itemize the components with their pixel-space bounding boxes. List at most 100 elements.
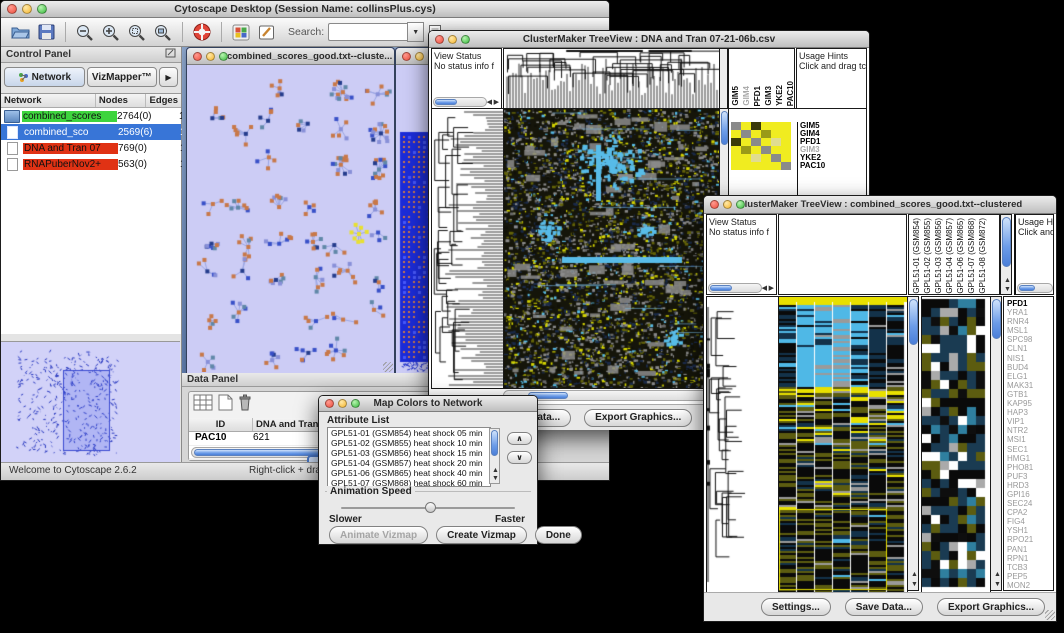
- move-down-button[interactable]: ∨: [507, 451, 532, 464]
- gene-label[interactable]: HRD3: [1007, 481, 1053, 490]
- map-dialog-titlebar[interactable]: Map Colors to Network: [319, 396, 537, 412]
- attribute-list-item[interactable]: GPL51-06 (GSM865) heat shock 40 min: [328, 468, 490, 478]
- search-input[interactable]: [328, 23, 407, 41]
- matrix-cell[interactable]: [731, 154, 741, 162]
- gene-label[interactable]: PAN1: [1007, 545, 1053, 554]
- gene-label[interactable]: KAP95: [1007, 399, 1053, 408]
- attribute-list-item[interactable]: GPL51-01 (GSM854) heat shock 05 min: [328, 428, 490, 438]
- matrix-cell[interactable]: [771, 138, 781, 146]
- gene-label[interactable]: CPA2: [1007, 508, 1053, 517]
- matrix-cell[interactable]: [761, 162, 771, 170]
- search-dropdown-button[interactable]: ▼: [407, 22, 424, 42]
- matrix-cell[interactable]: [761, 154, 771, 162]
- matrix-cell[interactable]: [741, 122, 751, 130]
- map-create-vizmap[interactable]: Create Vizmap: [436, 526, 527, 544]
- zoom-window-button[interactable]: [736, 200, 745, 209]
- gene-label[interactable]: RNR4: [1007, 317, 1053, 326]
- matrix-cell[interactable]: [781, 138, 791, 146]
- zoom-out-icon[interactable]: [73, 21, 97, 43]
- map-animate-vizmap[interactable]: Animate Vizmap: [329, 526, 428, 544]
- matrix-cell[interactable]: [781, 122, 791, 130]
- zoom-window-button[interactable]: [351, 399, 360, 408]
- matrix-cell[interactable]: [781, 162, 791, 170]
- close-button[interactable]: [193, 52, 202, 61]
- resize-grip[interactable]: [383, 362, 393, 372]
- select-attributes-icon[interactable]: [193, 394, 213, 416]
- tv1-export-graphics[interactable]: Export Graphics...: [584, 409, 692, 427]
- scroll-up-icon[interactable]: ▲: [911, 571, 918, 578]
- scroll-right-icon[interactable]: ▶: [494, 99, 499, 106]
- gene-label[interactable]: MAK31: [1007, 381, 1053, 390]
- tv2-save-data[interactable]: Save Data...: [845, 598, 923, 616]
- gene-label[interactable]: GTB1: [1007, 390, 1053, 399]
- minimize-button[interactable]: [448, 35, 457, 44]
- gene-label[interactable]: PUF3: [1007, 472, 1053, 481]
- gene-label[interactable]: HAP3: [1007, 408, 1053, 417]
- network-table-row[interactable]: combined_scores2764(0)16218(0): [1, 108, 181, 124]
- slider-thumb[interactable]: [425, 502, 436, 513]
- gene-label[interactable]: MSI1: [1007, 435, 1053, 444]
- minimize-button[interactable]: [415, 52, 424, 61]
- scroll-down-icon[interactable]: ▼: [492, 475, 499, 482]
- close-button[interactable]: [710, 200, 719, 209]
- tv1-row-dendrogram[interactable]: [431, 108, 504, 389]
- minimize-button[interactable]: [206, 52, 215, 61]
- matrix-cell[interactable]: [761, 138, 771, 146]
- data-column-id[interactable]: ID: [189, 418, 253, 431]
- tv2-heatmap-canvas[interactable]: [778, 296, 908, 593]
- tv2-detail-heatmap[interactable]: [921, 296, 991, 593]
- network-table-row[interactable]: combined_sco2569(6)13112(15): [1, 124, 181, 140]
- attribute-list-item[interactable]: GPL51-04 (GSM857) heat shock 20 min: [328, 458, 490, 468]
- gene-label[interactable]: TCB3: [1007, 563, 1053, 572]
- tv1-column-dendrogram[interactable]: [503, 48, 720, 109]
- annotation-icon[interactable]: [255, 21, 279, 43]
- zoom-window-button[interactable]: [461, 35, 470, 44]
- matrix-cell[interactable]: [731, 146, 741, 154]
- vizmapper-icon[interactable]: [229, 21, 253, 43]
- scroll-left-icon[interactable]: ◀: [762, 285, 767, 292]
- network-view-titlebar[interactable]: combined_scores_good.txt--cluste...: [187, 48, 394, 65]
- tv1-mini-heatmap[interactable]: [731, 122, 791, 170]
- save-icon[interactable]: [34, 21, 58, 43]
- tv2-row-dendrogram[interactable]: [706, 296, 779, 593]
- tv2-detail-vscrollbar[interactable]: ▲ ▼: [990, 296, 1002, 591]
- close-button[interactable]: [7, 4, 17, 14]
- gene-label[interactable]: PFD1: [1007, 299, 1053, 308]
- matrix-cell[interactable]: [771, 162, 781, 170]
- network-table-row[interactable]: DNA and Tran 07769(0)183728(0): [1, 140, 181, 156]
- birdseye-view-canvas[interactable]: [1, 341, 180, 462]
- scroll-up-icon[interactable]: ▲: [1004, 277, 1011, 284]
- scroll-down-icon[interactable]: ▼: [1004, 286, 1011, 293]
- gene-label[interactable]: CLN1: [1007, 344, 1053, 353]
- tv2-hints-hscrollbar[interactable]: [1017, 283, 1053, 293]
- network-canvas[interactable]: [187, 66, 392, 372]
- matrix-cell[interactable]: [731, 162, 741, 170]
- gene-label[interactable]: PHO81: [1007, 463, 1053, 472]
- resize-grip[interactable]: [1045, 610, 1055, 620]
- tv1-heatmap-canvas[interactable]: [503, 108, 720, 389]
- matrix-cell[interactable]: [741, 130, 751, 138]
- gene-label[interactable]: HMG1: [1007, 454, 1053, 463]
- minimize-button[interactable]: [22, 4, 32, 14]
- gene-label[interactable]: ELG1: [1007, 372, 1053, 381]
- tv2-settings[interactable]: Settings...: [761, 598, 831, 616]
- matrix-cell[interactable]: [751, 154, 761, 162]
- close-button[interactable]: [435, 35, 444, 44]
- delete-attribute-icon[interactable]: [238, 394, 252, 416]
- gene-label[interactable]: GPI16: [1007, 490, 1053, 499]
- gene-label[interactable]: PEP5: [1007, 572, 1053, 581]
- zoom-fit-icon[interactable]: [151, 21, 175, 43]
- zoom-in-icon[interactable]: [99, 21, 123, 43]
- attribute-list-item[interactable]: GPL51-03 (GSM856) heat shock 15 min: [328, 448, 490, 458]
- matrix-cell[interactable]: [761, 130, 771, 138]
- main-titlebar[interactable]: Cytoscape Desktop (Session Name: collins…: [1, 1, 609, 18]
- matrix-cell[interactable]: [781, 154, 791, 162]
- zoom-window-button[interactable]: [219, 52, 228, 61]
- matrix-cell[interactable]: [761, 122, 771, 130]
- tv1-status-hscrollbar[interactable]: [433, 97, 487, 107]
- scroll-right-icon[interactable]: ▶: [769, 285, 774, 292]
- attribute-list-vscrollbar[interactable]: ▲ ▼: [489, 428, 500, 484]
- gene-label[interactable]: SEC1: [1007, 445, 1053, 454]
- animation-speed-slider[interactable]: [341, 503, 515, 513]
- matrix-cell[interactable]: [751, 162, 761, 170]
